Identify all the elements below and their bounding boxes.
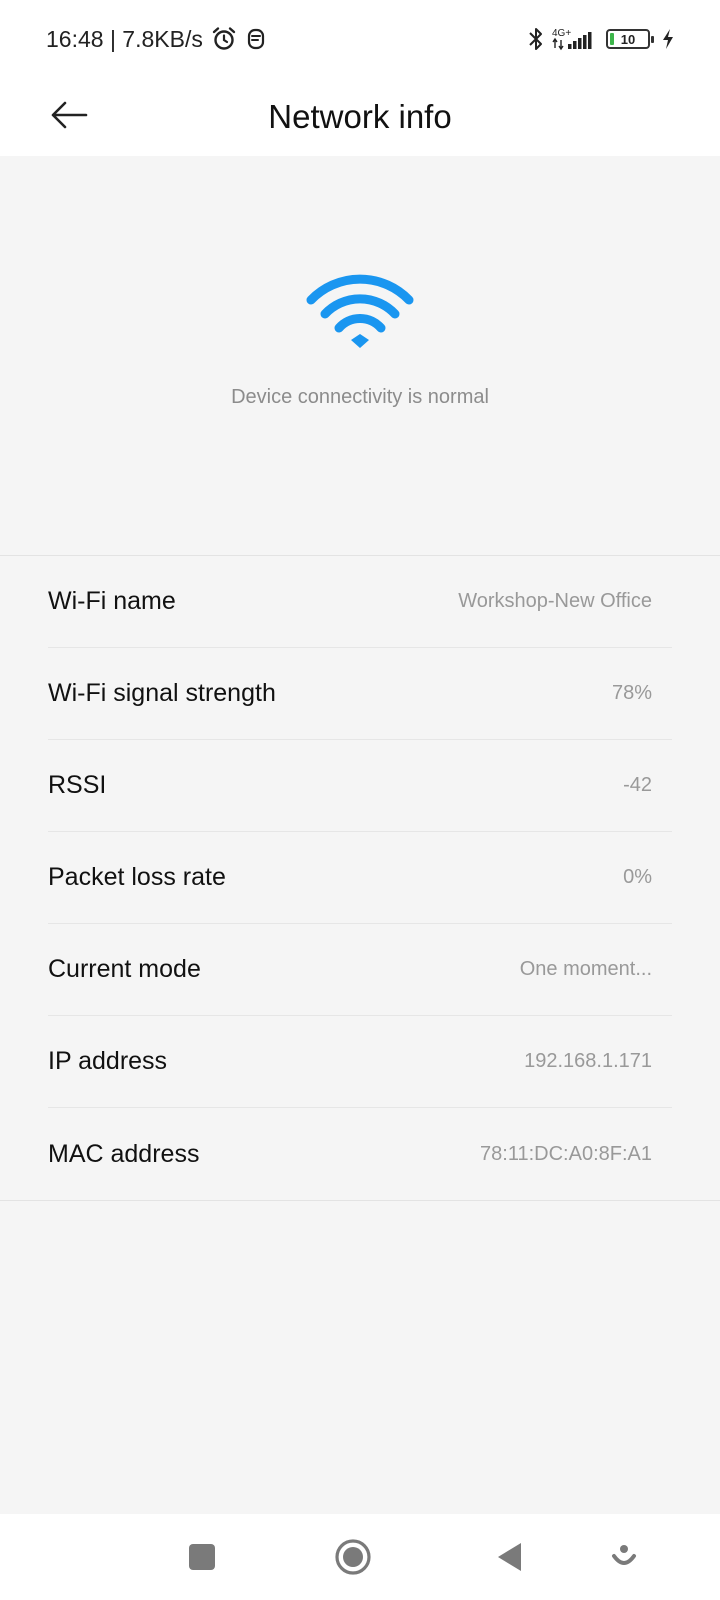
home-button[interactable] [332, 1536, 374, 1578]
status-time-speed: 16:48 | 7.8KB/s [46, 25, 203, 52]
info-label: Packet loss rate [48, 863, 226, 891]
assistant-button[interactable] [603, 1536, 645, 1578]
info-value: 192.168.1.171 [524, 1050, 652, 1072]
connectivity-hero: Device connectivity is normal [0, 156, 720, 556]
back-nav-button[interactable] [488, 1536, 530, 1578]
info-label: Wi-Fi name [48, 587, 176, 615]
info-value: Workshop-New Office [458, 590, 652, 612]
alarm-icon [211, 26, 237, 52]
page-title: Network info [268, 98, 452, 135]
app-header: Network info [0, 78, 720, 156]
rssi-row: RSSI -42 [48, 740, 672, 832]
info-value: 78% [611, 682, 652, 704]
triangle-back-icon [498, 1543, 521, 1571]
info-value: One moment... [519, 958, 652, 980]
recents-button[interactable] [181, 1536, 223, 1578]
ip-address-row: IP address 192.168.1.171 [48, 1016, 672, 1108]
info-label: Current mode [48, 955, 201, 983]
network-info-list: Wi-Fi name Workshop-New Office Wi-Fi sig… [0, 555, 720, 1201]
wifi-signal-strength-row: Wi-Fi signal strength 78% [48, 648, 672, 740]
info-label: IP address [48, 1047, 168, 1075]
mac-address-row: MAC address 78:11:DC:A0:8F:A1 [48, 1108, 672, 1200]
square-icon [189, 1544, 215, 1570]
info-value: -42 [623, 774, 652, 796]
cellular-signal-icon: 4G+ [552, 26, 598, 52]
current-mode-row: Current mode One moment... [48, 924, 672, 1016]
info-value: 0% [623, 866, 652, 888]
bluetooth-icon [528, 26, 544, 52]
battery-icon: 10 [606, 29, 654, 49]
info-value: 78:11:DC:A0:8F:A1 [480, 1142, 652, 1165]
charging-icon [662, 28, 674, 50]
arrow-left-icon [51, 101, 88, 129]
network-type-label: 4G+ [552, 28, 571, 39]
back-button[interactable] [44, 90, 94, 140]
battery-level: 10 [620, 31, 636, 47]
app-notification-icon [245, 27, 267, 51]
status-bar: 16:48 | 7.8KB/s 4G+ 10 [0, 0, 720, 78]
status-right: 4G+ 10 [528, 26, 674, 52]
info-label: MAC address [48, 1139, 200, 1168]
connectivity-status-text: Device connectivity is normal [231, 386, 489, 408]
system-navigation-bar [0, 1514, 720, 1600]
info-label: Wi-Fi signal strength [48, 679, 276, 707]
status-left: 16:48 | 7.8KB/s [46, 26, 267, 53]
circle-icon [335, 1539, 371, 1575]
wifi-icon [306, 274, 414, 348]
assistant-icon [612, 1545, 636, 1565]
packet-loss-row: Packet loss rate 0% [48, 832, 672, 924]
info-label: RSSI [48, 771, 107, 799]
wifi-name-row: Wi-Fi name Workshop-New Office [48, 556, 672, 648]
